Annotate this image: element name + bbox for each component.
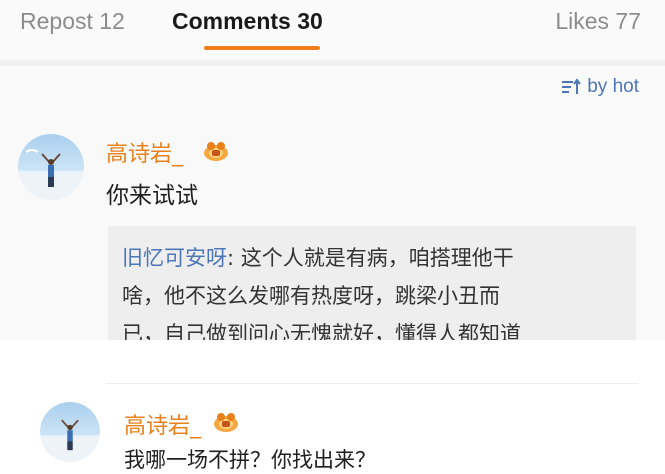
tab-bar: Repost 12 Comments 30 Likes 77 <box>0 0 665 60</box>
quote-text: : 这个人就是有病，咱搭理他干 <box>227 246 514 270</box>
sort-label: by hot <box>587 76 639 97</box>
active-tab-indicator <box>204 46 320 50</box>
fan-badge-icon <box>214 413 238 432</box>
avatar[interactable] <box>40 402 100 462</box>
quoted-username[interactable]: 旧忆可安呀 <box>122 246 227 270</box>
quote-line: 啥，他不这么发哪有热度呀，跳梁小丑而 <box>122 284 500 308</box>
tab-likes[interactable]: Likes 77 <box>555 8 641 35</box>
avatar[interactable] <box>18 134 84 200</box>
username[interactable]: 高诗岩_ <box>124 408 201 440</box>
comment-text: 你来试试 <box>106 183 198 209</box>
comment-item: 高诗岩_ 你来试试 旧忆可安呀: 这个人就是有病，咱搭理他干 啥，他不这么发哪有… <box>0 116 665 340</box>
username[interactable]: 高诗岩_ <box>106 136 183 168</box>
person-photo-icon <box>18 149 84 200</box>
divider <box>106 383 638 384</box>
sort-bar: by hot <box>0 66 665 116</box>
quote-line: 旧忆可安呀: 这个人就是有病，咱搭理他干 <box>122 242 514 272</box>
comment-separator <box>0 340 665 396</box>
person-photo-icon <box>40 419 100 462</box>
fan-badge-icon <box>204 142 228 161</box>
comment-text: 我哪一场不拼？你找出来？ <box>124 448 376 472</box>
sort-hot-icon <box>562 78 582 94</box>
quote-line: 已，自己做到问心无愧就好，懂得人都知道 <box>122 322 521 340</box>
quoted-comment[interactable]: 旧忆可安呀: 这个人就是有病，咱搭理他干 啥，他不这么发哪有热度呀，跳梁小丑而 … <box>108 226 636 340</box>
sort-by-hot-button[interactable]: by hot <box>561 76 639 98</box>
tab-comments[interactable]: Comments 30 <box>172 8 323 35</box>
tab-repost[interactable]: Repost 12 <box>20 8 125 35</box>
